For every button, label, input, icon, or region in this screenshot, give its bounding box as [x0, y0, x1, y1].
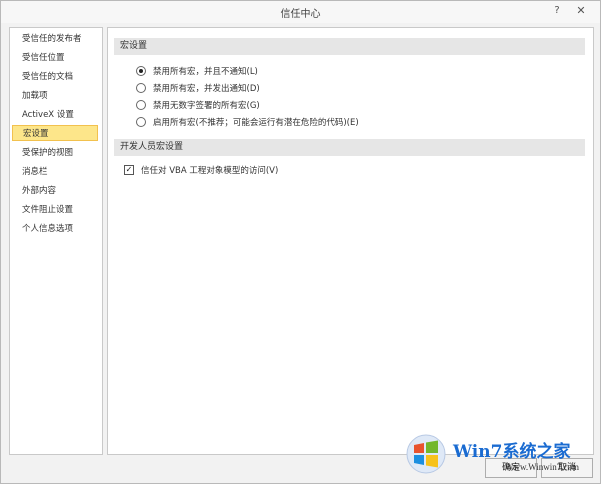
radio-disable-with-notify[interactable]: 禁用所有宏，并发出通知(D)	[136, 82, 260, 96]
window-title: 信任中心	[280, 9, 321, 20]
checkbox-label: 信任对 VBA 工程对象模型的访问(V)	[141, 166, 279, 176]
radio-label: 禁用所有宏，并且不通知(L)	[153, 67, 258, 77]
sidebar-item-protected-view[interactable]: 受保护的视图	[12, 145, 98, 161]
watermark: Win7系统之家 Www.Winwin7.com	[405, 433, 601, 479]
trust-center-dialog: 信任中心 ? ✕ 受信任的发布者 受信任位置 受信任的文档 加载项 Active…	[0, 0, 601, 484]
title-bar: 信任中心 ? ✕	[1, 1, 600, 23]
developer-settings-header: 开发人员宏设置	[114, 139, 585, 156]
close-button[interactable]: ✕	[573, 4, 589, 18]
sidebar-item-trusted-publishers[interactable]: 受信任的发布者	[12, 31, 98, 47]
windows-logo-icon	[406, 434, 446, 474]
sidebar-item-macro-settings[interactable]: 宏设置	[12, 125, 98, 141]
trust-vba-checkbox[interactable]: ✓	[124, 164, 134, 175]
sidebar-item-message-bar[interactable]: 消息栏	[12, 164, 98, 180]
sidebar-nav: 受信任的发布者 受信任位置 受信任的文档 加载项 ActiveX 设置 宏设置 …	[9, 27, 103, 455]
radio-label: 禁用无数字签署的所有宏(G)	[153, 101, 260, 111]
radio-button[interactable]	[136, 99, 146, 110]
radio-disable-unsigned[interactable]: 禁用无数字签署的所有宏(G)	[136, 99, 260, 113]
radio-label: 启用所有宏(不推荐；可能会运行有潜在危险的代码)(E)	[153, 118, 359, 128]
radio-button[interactable]	[136, 82, 146, 93]
watermark-title: Win7系统之家	[453, 442, 571, 462]
radio-button-checked[interactable]	[136, 65, 146, 76]
sidebar-item-trusted-locations[interactable]: 受信任位置	[12, 50, 98, 66]
sidebar-item-activex[interactable]: ActiveX 设置	[12, 107, 98, 123]
radio-label: 禁用所有宏，并发出通知(D)	[153, 84, 260, 94]
sidebar-item-trusted-documents[interactable]: 受信任的文档	[12, 69, 98, 85]
content-panel: 宏设置 禁用所有宏，并且不通知(L) 禁用所有宏，并发出通知(D) 禁用无数字签…	[107, 27, 594, 455]
radio-disable-no-notify[interactable]: 禁用所有宏，并且不通知(L)	[136, 65, 258, 79]
help-button[interactable]: ?	[549, 4, 565, 18]
trust-vba-checkbox-row[interactable]: ✓ 信任对 VBA 工程对象模型的访问(V)	[124, 164, 278, 178]
radio-enable-all[interactable]: 启用所有宏(不推荐；可能会运行有潜在危险的代码)(E)	[136, 116, 359, 130]
sidebar-item-file-block[interactable]: 文件阻止设置	[12, 202, 98, 218]
watermark-url: Www.Winwin7.com	[505, 462, 580, 472]
radio-button[interactable]	[136, 116, 146, 127]
sidebar-item-add-ins[interactable]: 加载项	[12, 88, 98, 104]
sidebar-item-privacy-options[interactable]: 个人信息选项	[12, 221, 98, 237]
sidebar-item-external-content[interactable]: 外部内容	[12, 183, 98, 199]
macro-settings-header: 宏设置	[114, 38, 585, 55]
